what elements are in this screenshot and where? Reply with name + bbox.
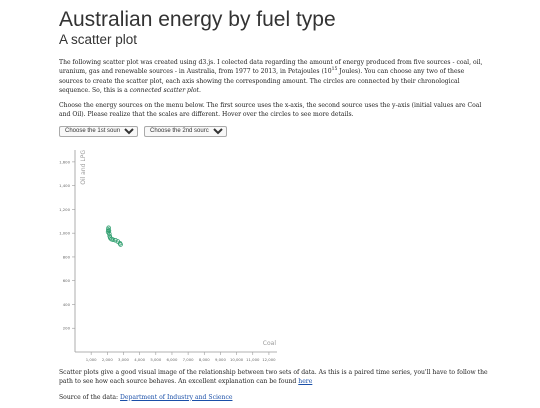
y-tick-label: 200 [63, 326, 71, 331]
y-tick-label: 1,400 [59, 183, 70, 188]
x-axis-label: Coal [263, 340, 277, 347]
outro-text: Scatter plots give a good visual image o… [59, 369, 488, 386]
intro-paragraph: The following scatter plot was created u… [59, 58, 489, 95]
x-tick-label: 8,000 [199, 357, 210, 362]
intro-text-3: . [199, 86, 201, 94]
y-tick-label: 400 [63, 302, 71, 307]
explanation-link[interactable]: here [298, 378, 312, 385]
instructions-paragraph: Choose the energy sources on the menu be… [59, 102, 482, 119]
y-tick-label: 1,600 [59, 159, 70, 164]
x-tick-label: 1,000 [86, 357, 97, 362]
x-tick-label: 11,000 [246, 357, 260, 362]
source-selectors: Choose the 1st source Choose the 2nd sou… [59, 125, 489, 137]
intro-emphasis: connected scatter plot [129, 86, 200, 94]
y-tick-label: 800 [63, 254, 71, 259]
first-source-select[interactable]: Choose the 1st source [59, 125, 138, 137]
source-label: Source of the data: [59, 393, 121, 401]
x-tick-label: 6,000 [167, 357, 178, 362]
y-tick-label: 600 [63, 278, 71, 283]
second-source-select[interactable]: Choose the 2nd source [144, 125, 227, 137]
x-tick-label: 2,000 [102, 357, 113, 362]
x-tick-label: 4,000 [134, 357, 145, 362]
page-footer-content: Scatter plots give a good visual image o… [59, 368, 489, 408]
x-tick-label: 12,000 [262, 357, 276, 362]
x-tick-label: 3,000 [118, 357, 129, 362]
source-link[interactable]: Department of Industry and Science [120, 394, 232, 401]
outro-paragraph: Scatter plots give a good visual image o… [59, 368, 489, 387]
scatter-chart: 200 400 600 800 1,000 1,200 1,400 1,600 1,000 2,0… [59, 150, 277, 362]
y-tick-label: 1,000 [59, 231, 70, 236]
page-title: Australian energy by fuel type [59, 8, 336, 31]
x-tick-label: 7,000 [183, 357, 194, 362]
plot-area: 200 400 600 800 1,000 1,200 1,400 1,600 1,000 2,0… [59, 150, 277, 362]
x-tick-label: 5,000 [150, 357, 161, 362]
source-paragraph: Source of the data: Department of Indust… [59, 393, 489, 402]
x-tick-label: 9,000 [215, 357, 226, 362]
y-tick-label: 1,200 [59, 207, 70, 212]
y-axis-label: Oil and LPG [80, 150, 87, 185]
page-content: Australian energy by fuel type A scatter… [59, 8, 489, 137]
page-subtitle: A scatter plot [59, 32, 138, 47]
x-tick-label: 10,000 [230, 357, 244, 362]
